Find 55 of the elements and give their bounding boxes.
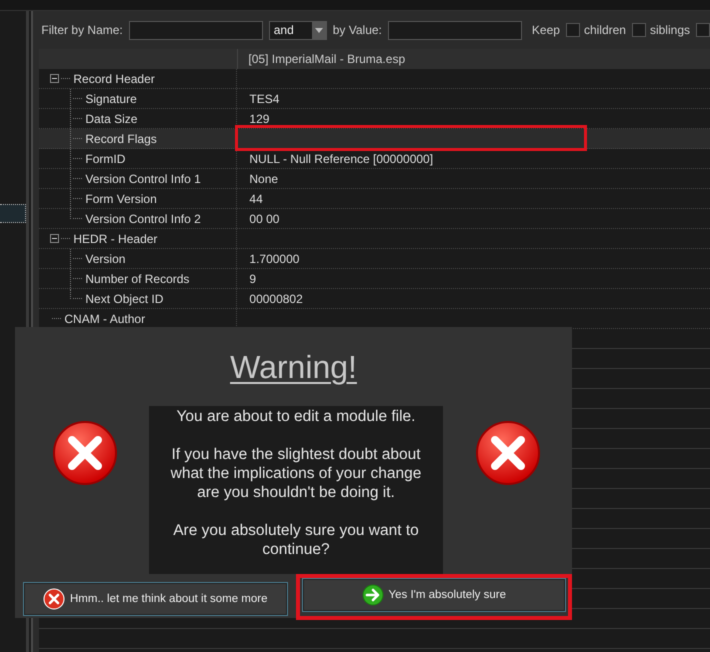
tree-node-label[interactable]: CNAM - Author <box>64 312 146 326</box>
operator-dropdown[interactable]: and <box>268 20 327 40</box>
tree-row[interactable]: Version Control Info 2 00 00 <box>39 209 710 229</box>
caret-icon <box>314 28 323 32</box>
field-name: Record Flags <box>85 132 157 146</box>
keep-label: Keep <box>532 23 560 37</box>
field-name: Number of Records <box>85 272 190 286</box>
tree-row[interactable]: FormID NULL - Null Reference [00000000] <box>39 149 710 169</box>
filter-name-label: Filter by Name: <box>41 23 123 37</box>
field-name: Data Size <box>85 112 138 126</box>
checkbox[interactable] <box>632 23 646 37</box>
message-text: Are you absolutely sure you want to continue? <box>172 521 420 559</box>
field-name: Version Control Info 2 <box>85 212 201 226</box>
dialog-title: Warning! <box>230 349 357 386</box>
tree-row[interactable]: Next Object ID 00000802 <box>39 289 710 309</box>
field-value: TES4 <box>249 92 280 106</box>
collapse-icon[interactable] <box>50 234 60 243</box>
field-name: Version <box>85 252 126 266</box>
field-value: 1.700000 <box>249 252 300 266</box>
message-text: You are about to edit a module file. <box>176 407 416 426</box>
close-icon <box>43 588 65 610</box>
checkbox[interactable] <box>566 23 580 37</box>
tree-node-label[interactable]: HEDR - Header <box>73 232 158 246</box>
field-value: 129 <box>249 112 270 126</box>
checkbox-label: siblings <box>650 23 690 37</box>
tree-row[interactable]: Signature TES4 <box>39 89 710 109</box>
tree-row[interactable]: Version Control Info 1 None <box>39 169 710 189</box>
error-icon <box>475 420 541 486</box>
cancel-button[interactable]: Hmm.. let me think about it some more <box>23 582 288 616</box>
collapse-icon[interactable] <box>50 74 60 83</box>
field-value: 9 <box>249 272 256 286</box>
field-name: Signature <box>85 92 137 106</box>
name-filter-field[interactable] <box>128 20 263 40</box>
filter-value-label: by Value: <box>332 23 382 37</box>
confirm-button[interactable]: Yes I'm absolutely sure <box>302 578 566 612</box>
tree-node-label[interactable]: Record Header <box>73 72 155 86</box>
value-filter-field[interactable] <box>388 20 522 40</box>
field-value: 00000802 <box>249 292 303 306</box>
field-value: NULL - Null Reference [00000000] <box>249 152 434 166</box>
checkbox-label: children <box>584 23 626 37</box>
tree-row[interactable]: Number of Records 9 <box>39 269 710 289</box>
field-name: Version Control Info 1 <box>85 172 201 186</box>
message-text: If you have the slightest doubt about what the implications of your change are you shouldn't be doing it. <box>170 445 422 502</box>
tree-row[interactable]: Form Version 44 <box>39 189 710 209</box>
field-name: Form Version <box>85 192 157 206</box>
field-name: FormID <box>85 152 126 166</box>
tree-row[interactable]: Version 1.700000 <box>39 249 710 269</box>
field-value: 00 00 <box>249 212 280 226</box>
checkbox[interactable] <box>696 23 710 37</box>
field-value: 44 <box>249 192 263 206</box>
list-row[interactable] <box>0 204 26 223</box>
column-header: [05] ImperialMail - Bruma.esp <box>247 51 406 68</box>
field-value: None <box>249 172 278 186</box>
error-icon <box>52 420 118 486</box>
field-name: Next Object ID <box>85 292 164 306</box>
